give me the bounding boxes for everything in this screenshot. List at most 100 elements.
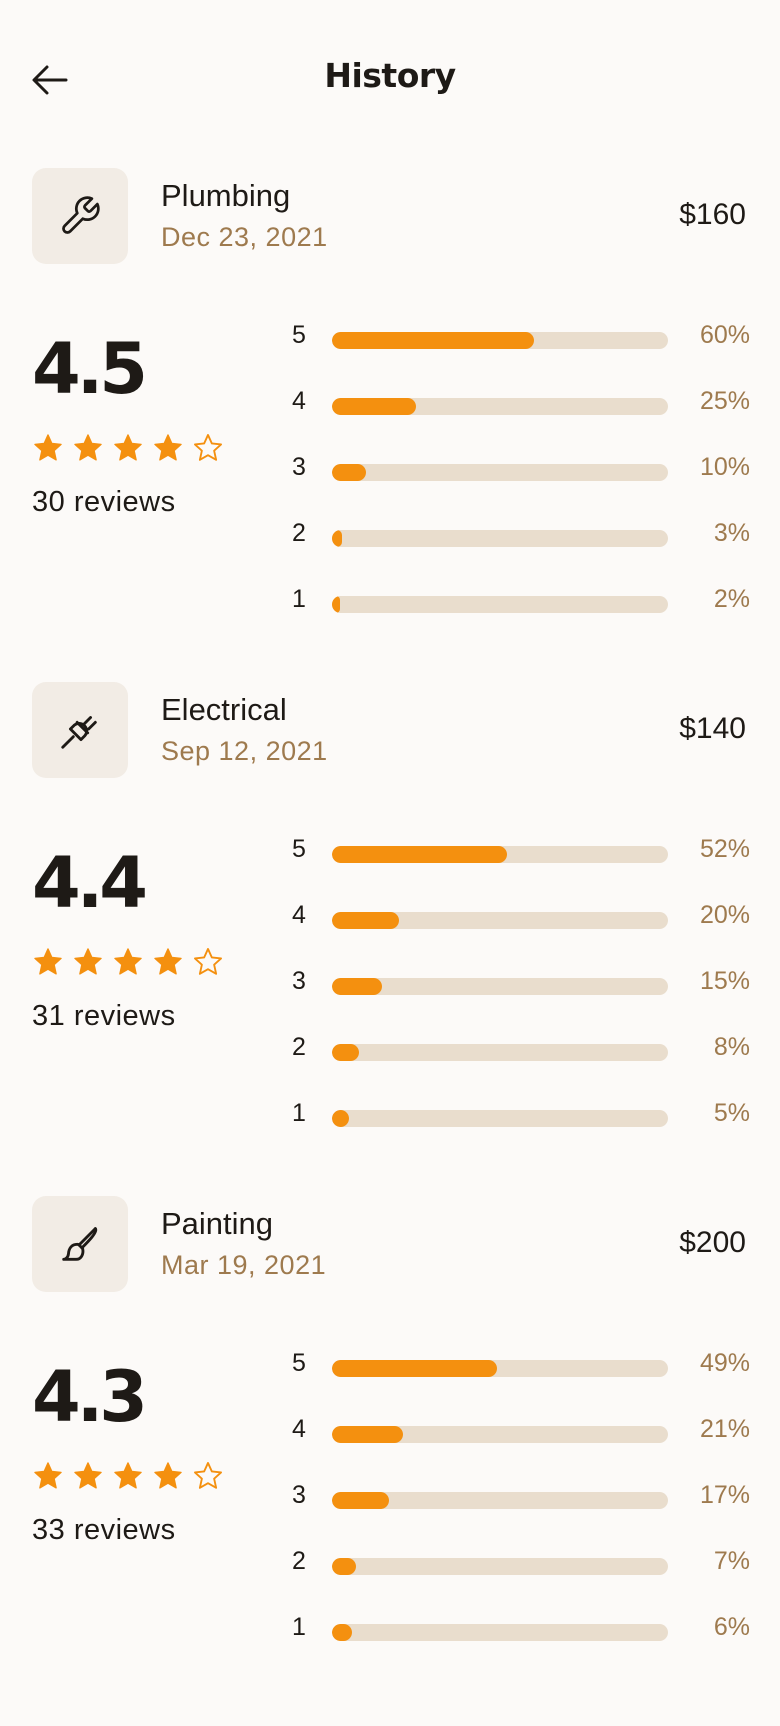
distribution-row: 2 3%	[285, 506, 750, 572]
rating-value: 4.4	[32, 842, 148, 924]
distribution-row: 5 60%	[285, 308, 750, 374]
percent-label: 10%	[699, 453, 750, 481]
star-filled-icon	[154, 948, 182, 975]
progress-fill	[332, 1426, 403, 1443]
star-filled-icon	[154, 434, 182, 461]
percent-label: 2%	[713, 585, 750, 613]
star-level-label: 2	[292, 1547, 306, 1575]
distribution-row: 4 25%	[285, 374, 750, 440]
service-date: Mar 19, 2021	[161, 1250, 327, 1280]
star-filled-icon	[74, 1462, 102, 1489]
progress-track	[332, 1624, 668, 1641]
distribution-row: 3 10%	[285, 440, 750, 506]
progress-track	[332, 912, 668, 929]
progress-fill	[332, 1492, 390, 1509]
star-level-label: 4	[292, 387, 306, 415]
service-name: Plumbing	[161, 178, 291, 213]
rating-value: 4.5	[32, 328, 148, 410]
progress-fill	[332, 398, 416, 415]
star-filled-icon	[34, 948, 62, 975]
star-filled-icon	[114, 434, 142, 461]
plug-icon	[61, 716, 97, 749]
star-filled-icon	[74, 434, 102, 461]
rating-value: 4.3	[32, 1356, 148, 1438]
rating-distribution: 5 49% 4 21% 3 17% 2 7% 1 6%	[285, 1336, 750, 1666]
progress-track	[332, 1492, 668, 1509]
progress-track	[332, 398, 668, 415]
paintbrush-icon	[62, 1227, 98, 1261]
history-card[interactable]: Electrical Sep 12, 2021 $140 4.4 31 revi…	[0, 682, 780, 1182]
percent-label: 3%	[713, 519, 750, 547]
distribution-row: 1 2%	[285, 572, 750, 638]
star-level-label: 5	[292, 1349, 306, 1377]
star-level-label: 5	[292, 321, 306, 349]
star-level-label: 3	[292, 967, 306, 995]
service-name: Painting	[161, 1206, 274, 1241]
service-name: Electrical	[161, 692, 287, 727]
review-count: 33 reviews	[32, 1514, 176, 1546]
progress-fill	[332, 530, 343, 547]
star-level-label: 5	[292, 835, 306, 863]
progress-track	[332, 978, 668, 995]
star-level-label: 4	[292, 1415, 306, 1443]
wrench-icon	[62, 196, 100, 234]
star-level-label: 3	[292, 453, 306, 481]
service-price: $140	[679, 712, 746, 745]
service-date: Sep 12, 2021	[161, 736, 328, 766]
progress-track	[332, 846, 668, 863]
progress-fill	[332, 1624, 353, 1641]
progress-track	[332, 1360, 668, 1377]
percent-label: 15%	[699, 967, 750, 995]
distribution-row: 3 17%	[285, 1468, 750, 1534]
progress-fill	[332, 978, 383, 995]
star-rating	[32, 432, 224, 464]
percent-label: 7%	[713, 1547, 750, 1575]
distribution-row: 1 6%	[285, 1600, 750, 1666]
percent-label: 5%	[713, 1099, 750, 1127]
star-filled-icon	[114, 948, 142, 975]
progress-fill	[332, 596, 340, 613]
service-icon-box	[32, 168, 128, 264]
star-level-label: 1	[292, 1099, 306, 1127]
star-outline-icon	[194, 948, 222, 975]
star-filled-icon	[34, 434, 62, 461]
progress-track	[332, 1426, 668, 1443]
percent-label: 25%	[699, 387, 750, 415]
progress-track	[332, 332, 668, 349]
review-count: 30 reviews	[32, 486, 176, 518]
star-rating	[32, 1460, 224, 1492]
percent-label: 52%	[699, 835, 750, 863]
progress-fill	[332, 1558, 356, 1575]
progress-fill	[332, 1044, 359, 1061]
app-header: History	[0, 0, 780, 160]
service-price: $160	[679, 198, 746, 231]
star-outline-icon	[194, 1462, 222, 1489]
service-price: $200	[679, 1226, 746, 1259]
history-card[interactable]: Painting Mar 19, 2021 $200 4.3 33 review…	[0, 1196, 780, 1696]
distribution-row: 4 21%	[285, 1402, 750, 1468]
percent-label: 20%	[699, 901, 750, 929]
distribution-row: 1 5%	[285, 1086, 750, 1152]
star-filled-icon	[154, 1462, 182, 1489]
rating-distribution: 5 52% 4 20% 3 15% 2 8% 1 5%	[285, 822, 750, 1152]
progress-fill	[332, 464, 366, 481]
progress-fill	[332, 1360, 497, 1377]
progress-track	[332, 464, 668, 481]
progress-track	[332, 530, 668, 547]
percent-label: 49%	[699, 1349, 750, 1377]
star-level-label: 1	[292, 585, 306, 613]
star-level-label: 2	[292, 519, 306, 547]
percent-label: 21%	[699, 1415, 750, 1443]
star-level-label: 1	[292, 1613, 306, 1641]
progress-fill	[332, 846, 507, 863]
star-filled-icon	[114, 1462, 142, 1489]
progress-track	[332, 1044, 668, 1061]
distribution-row: 4 20%	[285, 888, 750, 954]
service-icon-box	[32, 682, 128, 778]
progress-track	[332, 596, 668, 613]
percent-label: 60%	[699, 321, 750, 349]
star-level-label: 3	[292, 1481, 306, 1509]
star-rating	[32, 946, 224, 978]
history-card[interactable]: Plumbing Dec 23, 2021 $160 4.5 30 review…	[0, 168, 780, 668]
star-filled-icon	[74, 948, 102, 975]
